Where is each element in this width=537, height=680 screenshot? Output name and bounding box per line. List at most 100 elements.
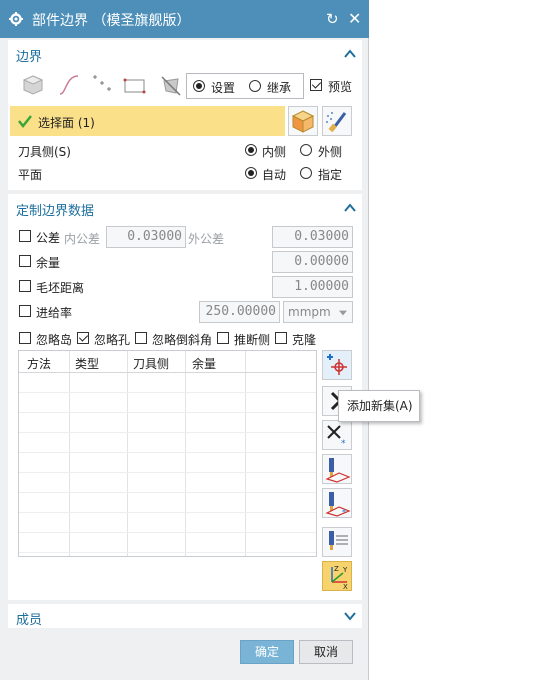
gear-icon[interactable] [9,12,23,26]
svg-text:X: X [343,583,348,590]
clone-checkbox[interactable] [275,332,287,344]
table-row[interactable] [19,473,316,493]
ignore-chamfer-checkbox[interactable] [135,332,147,344]
points-boundary-icon[interactable] [90,74,114,96]
remove-set-icon: * [327,425,346,449]
svg-text:*: * [342,508,346,517]
checkmark-icon [18,115,32,128]
table-row[interactable] [19,493,316,513]
stock-field[interactable]: 0.00000 [272,251,353,273]
feed-rate-label: 进给率 [36,306,73,320]
ignore-hole-label: 忽略孔 [94,333,131,347]
tool-position-button[interactable] [322,454,352,484]
plane-specify-radio[interactable] [300,167,312,179]
column-header-tool-side[interactable]: 刀具侧 [133,355,169,372]
tool-side-inner-radio[interactable] [245,144,257,156]
remove-set-button[interactable]: * [322,420,352,450]
tool-side-inner-label: 内侧 [262,145,287,159]
tolerance-checkbox[interactable] [19,230,31,242]
collapse-chevron-icon[interactable] [344,202,356,214]
add-set-icon [327,354,347,375]
table-row[interactable] [19,533,316,553]
preview-label: 预览 [328,80,353,94]
tool-path-button[interactable] [322,527,352,557]
table-row[interactable] [19,413,316,433]
column-header-method[interactable]: 方法 [27,355,51,372]
mode-set-radio[interactable] [193,80,205,92]
coordinate-system-button[interactable]: Z Y X [322,561,352,591]
mode-inherit-radio[interactable] [249,80,261,92]
table-row[interactable] [19,433,316,453]
ignore-chamfer-label: 忽略倒斜角 [152,333,213,347]
feed-unit-value: mmpm [288,305,331,319]
column-header-type[interactable]: 类型 [75,355,99,372]
table-row[interactable] [19,373,316,393]
remove-boundary-icon[interactable] [160,75,182,97]
clone-label: 克隆 [292,333,317,347]
feed-unit-select[interactable]: mmpm [283,301,353,323]
outer-tolerance-field[interactable]: 0.03000 [272,226,353,248]
boundary-panel: 边界 设置 继承 预览 选择面 (1) 刀具侧(S) 内侧 外侧 平面 自动 指… [8,40,362,190]
members-panel[interactable]: 成员 [8,604,362,628]
table-row[interactable] [19,393,316,413]
svg-text:Z: Z [334,565,339,573]
title-bar[interactable]: 部件边界 （模圣旗舰版） ↻ ✕ [0,0,369,38]
svg-text:*: * [341,439,346,449]
ignore-island-label: 忽略岛 [36,333,73,347]
mode-inherit-label: 继承 [267,81,292,95]
tool-position-alt-button[interactable]: * [322,488,352,518]
brush-select-button[interactable] [322,106,352,136]
part-boundary-dialog: 部件边界 （模圣旗舰版） ↻ ✕ 边界 设置 继承 预览 选择面 (1) 刀具侧… [0,0,369,680]
plane-auto-label: 自动 [262,168,287,182]
tool-side-outer-label: 外侧 [318,145,343,159]
preview-checkbox[interactable] [310,79,322,91]
blank-distance-label: 毛坯距离 [36,281,85,295]
tool-side-outer-radio[interactable] [300,144,312,156]
expand-chevron-icon[interactable] [344,610,356,622]
stock-label: 余量 [36,256,61,270]
tool-side-label: 刀具侧(S) [18,145,71,159]
custom-section-title: 定制边界数据 [16,204,95,219]
plane-label: 平面 [18,168,43,182]
boundary-section-title: 边界 [16,50,43,65]
rectangle-boundary-icon[interactable] [123,76,147,96]
collapse-chevron-icon[interactable] [344,48,356,60]
boundary-set-table[interactable]: 方法 类型 刀具侧 余量 [18,350,317,557]
tool-plane-alt-icon: * [325,492,351,517]
outer-tolerance-label: 外公差 [188,232,225,246]
blank-distance-field[interactable]: 1.00000 [272,276,353,298]
feed-rate-field[interactable]: 250.00000 [199,301,280,323]
brush-icon [326,112,347,133]
svg-text:Y: Y [342,566,348,574]
reset-icon[interactable]: ↻ [326,10,339,28]
infer-side-checkbox[interactable] [217,332,229,344]
ignore-island-checkbox[interactable] [19,332,31,344]
table-row[interactable] [19,513,316,533]
ok-button[interactable]: 确定 [240,640,294,664]
close-icon[interactable]: ✕ [348,9,361,28]
stock-checkbox[interactable] [19,255,31,267]
blank-distance-checkbox[interactable] [19,280,31,292]
column-header-stock[interactable]: 余量 [192,355,216,372]
members-section-title: 成员 [16,613,43,628]
csys-icon: Z Y X [331,565,348,590]
add-new-set-button[interactable] [322,350,352,380]
cancel-button[interactable]: 取消 [299,640,353,664]
infer-side-label: 推断侧 [234,333,271,347]
tool-plane-icon [325,458,351,483]
select-face-label: 选择面 (1) [38,116,95,130]
plane-auto-radio[interactable] [245,167,257,179]
inner-tolerance-field[interactable]: 0.03000 [106,226,186,248]
cube-icon [291,110,315,133]
table-row[interactable] [19,453,316,473]
plane-specify-label: 指定 [318,168,343,182]
face-boundary-icon[interactable] [22,74,44,96]
dropdown-arrow-icon [339,310,347,316]
table-header: 方法 类型 刀具侧 余量 [19,351,316,373]
curve-boundary-icon[interactable] [58,74,80,96]
inner-tolerance-label: 内公差 [64,232,101,246]
select-face-cube-button[interactable] [288,106,318,136]
feed-rate-checkbox[interactable] [19,305,31,317]
mode-set-label: 设置 [211,81,236,95]
ignore-hole-checkbox[interactable] [77,332,89,344]
